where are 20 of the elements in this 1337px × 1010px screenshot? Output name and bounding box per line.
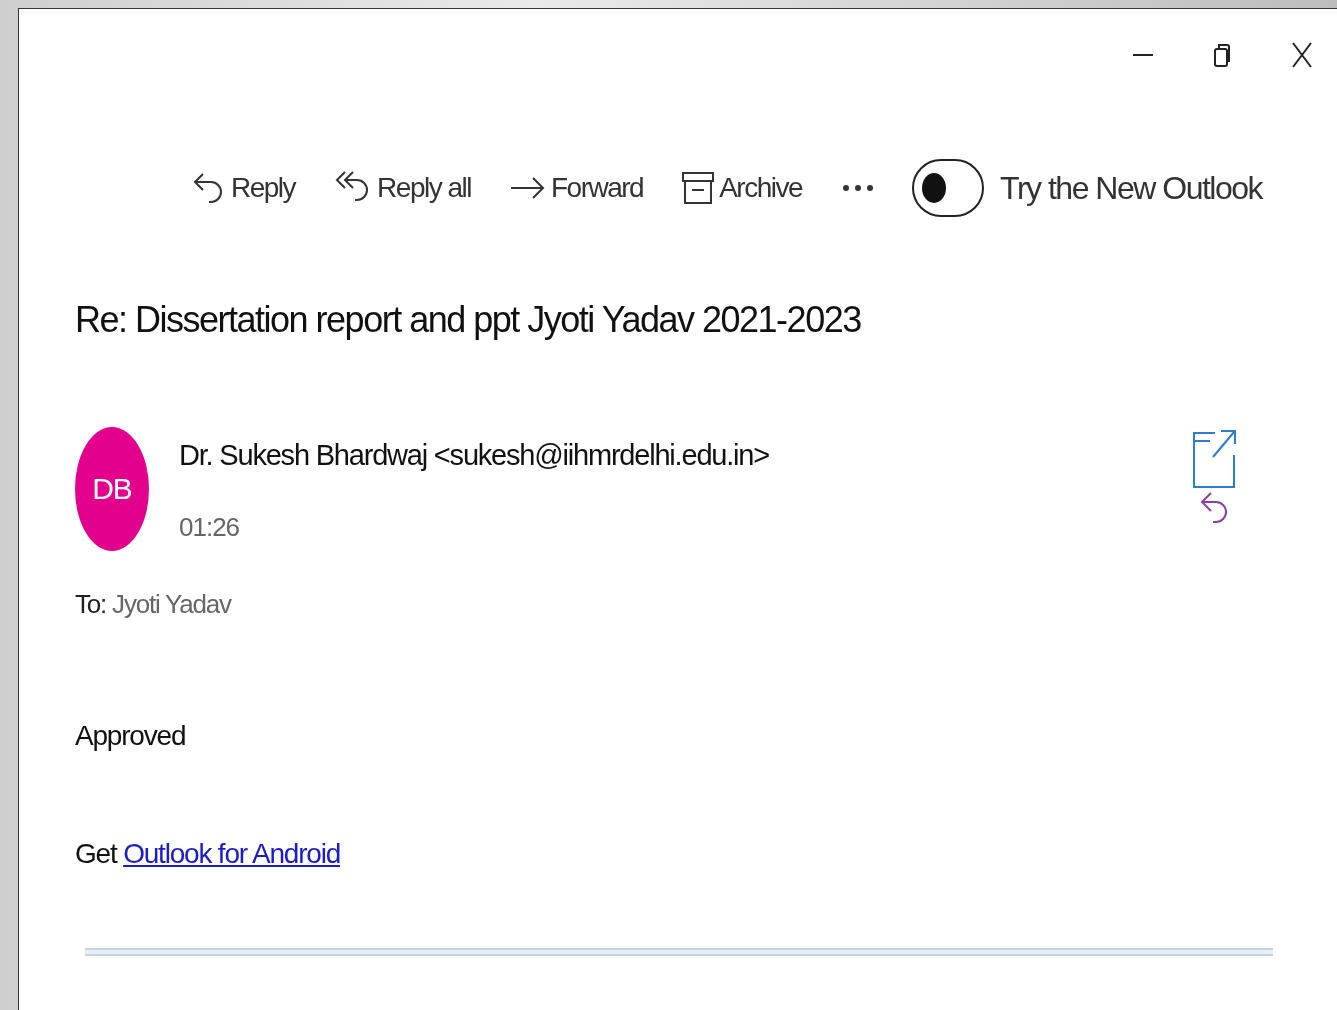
toggle-switch[interactable] bbox=[912, 159, 985, 217]
forward-button[interactable]: Forward bbox=[501, 162, 652, 214]
outlook-link[interactable]: Outlook for Android bbox=[123, 838, 341, 869]
reply-button[interactable]: Reply bbox=[183, 162, 304, 214]
close-icon bbox=[1291, 41, 1313, 69]
to-label: To: bbox=[75, 589, 107, 619]
avatar: DB bbox=[75, 427, 149, 551]
message-text: Get bbox=[75, 838, 117, 869]
sent-time: 01:26 bbox=[179, 512, 241, 543]
pop-out-button[interactable] bbox=[1191, 427, 1237, 489]
message-text: Approved bbox=[75, 720, 187, 752]
sender-name: Dr. Sukesh Bhardwaj <sukesh@iihmrdelhi.edu.in> bbox=[179, 439, 771, 472]
restore-icon bbox=[1211, 42, 1233, 68]
reply-all-button[interactable]: Reply all bbox=[325, 162, 479, 214]
minimize-icon bbox=[1133, 54, 1153, 56]
toggle-label: Try the New Outlook bbox=[1000, 169, 1263, 207]
pop-out-icon bbox=[1191, 427, 1237, 489]
email-subject: Re: Dissertation report and ppt Jyoti Yadav 2021-2023 bbox=[75, 299, 862, 341]
archive-button[interactable]: Archive bbox=[673, 162, 811, 214]
recipient-name: Jyoti Yadav bbox=[112, 589, 231, 619]
